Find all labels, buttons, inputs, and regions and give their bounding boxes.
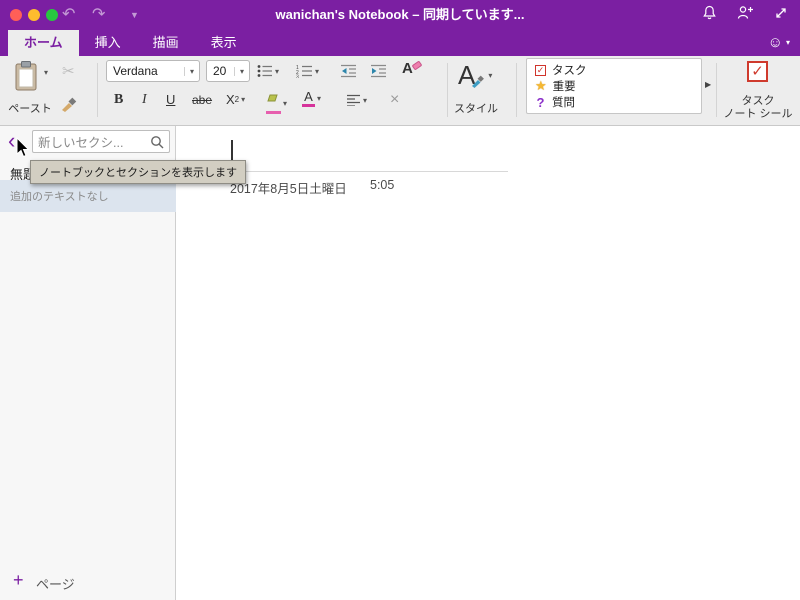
- delete-button[interactable]: ×: [390, 91, 399, 109]
- font-color-letter: A: [304, 89, 313, 104]
- align-left-icon: [347, 94, 360, 106]
- font-size-value: 20: [213, 64, 227, 78]
- search-icon[interactable]: [150, 135, 164, 154]
- tag-question[interactable]: ? 質問: [535, 94, 693, 110]
- paste-dropdown-icon[interactable]: ▾: [44, 68, 48, 77]
- font-family-value: Verdana: [113, 64, 158, 78]
- chevron-down-icon: ▾: [184, 66, 199, 76]
- tag-important[interactable]: ★ 重要: [535, 78, 693, 94]
- smiley-glyph: ☺: [767, 34, 783, 51]
- tags-expand-icon[interactable]: ▶: [705, 80, 711, 89]
- font-family-select[interactable]: Verdana ▾: [106, 60, 200, 82]
- ribbon-divider: [97, 63, 98, 117]
- svg-text:3: 3: [296, 75, 299, 79]
- page-date: 2017年8月5日土曜日 5:05: [230, 178, 394, 197]
- ribbon-tab-bar: ホーム 挿入 描画 表示 ☺ ▾: [0, 30, 800, 56]
- time-text: 5:05: [370, 178, 395, 192]
- chevron-down-icon: ▾: [275, 66, 280, 76]
- date-text: 2017年8月5日土曜日: [230, 182, 347, 196]
- tag-question-label: 質問: [552, 97, 575, 109]
- font-color-bar: [302, 104, 315, 107]
- search-box: [32, 130, 170, 153]
- tag-task[interactable]: ✓ タスク: [535, 62, 693, 78]
- task-seal-label-line2: ノート シール: [723, 108, 793, 120]
- chevron-down-icon: ▾: [317, 94, 322, 103]
- subscript-button[interactable]: X2 ▾: [226, 92, 245, 107]
- tab-view[interactable]: 表示: [195, 30, 253, 56]
- italic-button[interactable]: I: [142, 92, 147, 108]
- highlight-color-bar: [266, 111, 281, 114]
- notifications-bell-icon[interactable]: [702, 5, 717, 26]
- chevron-down-icon: ▾: [785, 38, 790, 47]
- style-brush-icon: [472, 75, 485, 88]
- ribbon-divider: [516, 63, 517, 117]
- chevron-down-icon: ▾: [488, 71, 493, 80]
- page-title-underline: [230, 171, 508, 172]
- alignment-button[interactable]: ▾: [346, 94, 367, 106]
- add-page-button[interactable]: + ページ: [0, 568, 176, 596]
- feedback-smiley-icon[interactable]: ☺ ▾: [768, 30, 790, 56]
- strikethrough-button[interactable]: abe: [192, 93, 212, 107]
- fullscreen-expand-icon[interactable]: [774, 6, 788, 25]
- titlebar: ↶ ↷ ▼ wanichan's Notebook – 同期しています...: [0, 0, 800, 30]
- chevron-down-icon: ▾: [315, 66, 320, 76]
- styles-label: スタイル: [454, 103, 498, 115]
- red-checkbox-icon: ✓: [535, 64, 546, 76]
- star-icon: ★: [535, 78, 547, 93]
- outdent-icon: [341, 64, 356, 78]
- ribbon-toolbar: ▾ ペースト ✂ Verdana ▾ 20 ▾ ▾ 123 ▾ A B I U …: [0, 56, 800, 126]
- bold-button[interactable]: B: [114, 92, 123, 108]
- task-note-seal-button[interactable]: ✓: [747, 61, 768, 82]
- font-color-icon: A: [302, 90, 315, 107]
- numbered-list-icon: 123: [296, 65, 312, 79]
- paste-button[interactable]: ペースト: [2, 100, 58, 116]
- tab-insert[interactable]: 挿入: [79, 30, 137, 56]
- chevron-down-icon: ▾: [283, 98, 288, 108]
- chevron-down-icon: ▾: [241, 95, 246, 104]
- clear-formatting-button[interactable]: A: [402, 60, 423, 77]
- bullet-list-icon: [257, 65, 272, 77]
- page-item-subtitle: 追加のテキストなし: [10, 191, 109, 203]
- bullet-list-button[interactable]: ▾: [257, 64, 279, 78]
- page-canvas[interactable]: 2017年8月5日土曜日 5:05: [176, 126, 800, 600]
- subscript-sub: 2: [234, 95, 240, 104]
- highlight-color-button[interactable]: ▾: [266, 92, 287, 114]
- styles-button[interactable]: A ▾: [458, 60, 492, 91]
- paste-clipboard-icon[interactable]: [13, 60, 39, 97]
- tooltip: ノートブックとセクションを表示します: [30, 160, 246, 184]
- tag-task-label: タスク: [552, 65, 587, 77]
- chevron-down-icon: ▾: [363, 95, 368, 105]
- show-notebooks-back-button[interactable]: ‹: [8, 129, 15, 153]
- subscript-base: X: [226, 92, 235, 107]
- page-item-selected[interactable]: 追加のテキストなし: [0, 180, 176, 212]
- eraser-icon: [412, 60, 422, 70]
- tab-home[interactable]: ホーム: [8, 30, 79, 56]
- outdent-button[interactable]: [340, 64, 357, 78]
- share-add-person-icon[interactable]: [737, 5, 754, 25]
- tag-important-label: 重要: [552, 81, 576, 93]
- indent-button[interactable]: [370, 64, 387, 78]
- page-list-sidebar: ‹ 無題... 追加のテキストなし + ページ: [0, 126, 176, 600]
- highlighter-icon: [266, 92, 281, 114]
- plus-icon: +: [13, 570, 24, 590]
- tab-draw[interactable]: 描画: [137, 30, 195, 56]
- chevron-down-icon: ▾: [234, 66, 249, 76]
- indent-icon: [371, 64, 386, 78]
- add-page-label: ページ: [36, 577, 75, 592]
- tags-gallery: ✓ タスク ★ 重要 ? 質問: [526, 58, 702, 114]
- cut-scissors-icon[interactable]: ✂: [62, 62, 75, 80]
- question-mark-icon: ?: [536, 94, 545, 110]
- font-color-button[interactable]: A ▾: [302, 90, 321, 107]
- underline-button[interactable]: U: [166, 92, 175, 107]
- mouse-cursor-icon: [16, 137, 30, 158]
- numbered-list-button[interactable]: 123 ▾: [296, 64, 319, 78]
- search-input[interactable]: [33, 131, 149, 152]
- format-painter-icon[interactable]: [60, 94, 78, 117]
- font-size-select[interactable]: 20 ▾: [206, 60, 250, 82]
- window-title: wanichan's Notebook – 同期しています...: [275, 7, 525, 22]
